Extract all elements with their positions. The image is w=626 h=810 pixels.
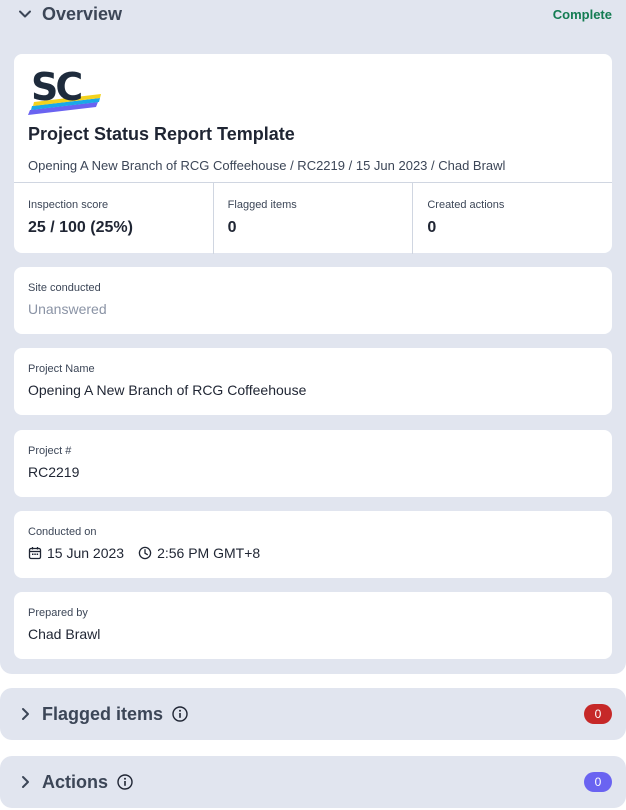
actions-header[interactable]: Actions 0 [0,756,626,808]
info-icon[interactable] [171,705,189,723]
field-datetime: 15 Jun 2023 2:56 PM GMT+8 [28,545,260,561]
stat-flagged-items: Flagged items 0 [214,183,414,254]
field-label: Project Name [28,363,95,375]
field-prepared-by[interactable]: Prepared by Chad Brawl [14,592,612,659]
field-value: Unanswered [28,301,107,317]
svg-text:SC: SC [31,66,81,109]
status-badge: Complete [552,6,612,22]
info-icon[interactable] [116,773,134,791]
company-logo: SC [28,65,102,118]
field-site-conducted[interactable]: Site conducted Unanswered [14,267,612,334]
stat-value: 0 [227,219,237,236]
field-project-number[interactable]: Project # RC2219 [14,430,612,497]
stat-label: Flagged items [227,199,297,211]
stat-inspection-score: Inspection score 25 / 100 (25%) [14,183,214,254]
report-subtitle: Opening A New Branch of RCG Coffeehouse … [28,158,506,173]
actions-count-badge: 0 [584,772,612,792]
field-label: Conducted on [28,526,97,538]
overview-header[interactable]: Overview Complete [0,0,626,28]
field-label: Prepared by [28,607,88,619]
actions-section[interactable]: Actions 0 [0,756,626,808]
conducted-date: 15 Jun 2023 [47,545,125,561]
stats-row: Inspection score 25 / 100 (25%) Flagged … [14,182,612,254]
stat-value: 0 [427,219,437,236]
field-project-name[interactable]: Project Name Opening A New Branch of RCG… [14,348,612,415]
stat-label: Created actions [427,199,505,211]
summary-card: SC Project Status Report Template Openin… [14,54,612,254]
flagged-count-badge: 0 [584,704,612,724]
clock-icon [138,546,152,560]
stat-value: 25 / 100 (25%) [28,219,133,236]
calendar-icon [28,546,42,560]
flagged-items-section[interactable]: Flagged items 0 [0,688,626,740]
field-conducted-on[interactable]: Conducted on 15 Jun 2023 2:56 PM GMT+8 [14,511,612,578]
field-value: Opening A New Branch of RCG Coffeehouse [28,382,307,398]
field-value: Chad Brawl [28,626,101,642]
actions-title: Actions [42,771,109,792]
report-title: Project Status Report Template [28,124,295,144]
chevron-right-icon[interactable] [16,773,34,791]
stat-created-actions: Created actions 0 [413,183,612,254]
stat-label: Inspection score [28,199,109,211]
overview-title: Overview [42,3,123,24]
field-label: Site conducted [28,282,101,294]
chevron-right-icon[interactable] [16,705,34,723]
conducted-time: 2:56 PM GMT+8 [157,545,261,561]
overview-section: Overview Complete SC Project Status Repo… [0,0,626,674]
flagged-items-title: Flagged items [42,703,164,724]
field-label: Project # [28,445,72,457]
flagged-items-header[interactable]: Flagged items 0 [0,688,626,740]
field-value: RC2219 [28,464,80,480]
chevron-down-icon[interactable] [16,5,34,23]
